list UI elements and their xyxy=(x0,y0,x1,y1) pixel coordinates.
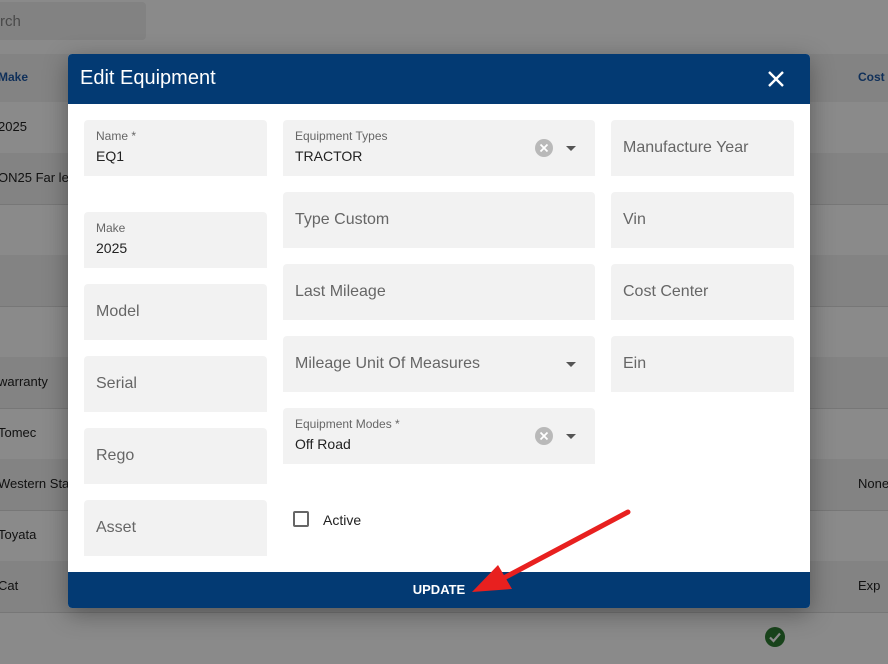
mileage-unit-select[interactable]: Mileage Unit Of Measures xyxy=(283,336,595,392)
dialog-header: Edit Equipment xyxy=(68,54,810,104)
cost-center-field[interactable]: Cost Center xyxy=(611,264,794,320)
ein-placeholder: Ein xyxy=(623,355,647,372)
rego-field[interactable]: Rego xyxy=(84,428,267,484)
equipment-types-select[interactable]: Equipment Types TRACTOR xyxy=(283,120,595,176)
model-placeholder: Model xyxy=(96,303,140,320)
dropdown-caret-icon[interactable] xyxy=(566,434,576,439)
vin-field[interactable]: Vin xyxy=(611,192,794,248)
name-label: Name * xyxy=(96,129,137,143)
active-label[interactable]: Active xyxy=(323,512,361,528)
update-button[interactable]: UPDATE xyxy=(68,572,810,608)
make-label: Make xyxy=(96,221,126,235)
mileage-unit-placeholder: Mileage Unit Of Measures xyxy=(295,355,480,372)
edit-equipment-dialog: Edit Equipment Name * EQ1 Make 2025 Mode… xyxy=(68,54,810,608)
type-custom-placeholder: Type Custom xyxy=(295,211,390,228)
equipment-modes-select[interactable]: Equipment Modes * Off Road xyxy=(283,408,595,464)
ein-field[interactable]: Ein xyxy=(611,336,794,392)
make-field[interactable]: Make 2025 xyxy=(84,212,267,268)
asset-field[interactable]: Asset xyxy=(84,500,267,556)
last-mileage-placeholder: Last Mileage xyxy=(295,283,386,300)
type-custom-field[interactable]: Type Custom xyxy=(283,192,595,248)
asset-placeholder: Asset xyxy=(96,519,137,536)
dropdown-caret-icon[interactable] xyxy=(566,146,576,151)
clear-icon[interactable] xyxy=(535,427,553,445)
manufacture-year-field[interactable]: Manufacture Year xyxy=(611,120,794,176)
serial-field[interactable]: Serial xyxy=(84,356,267,412)
dropdown-caret-icon[interactable] xyxy=(566,362,576,367)
active-checkbox[interactable] xyxy=(293,511,309,527)
close-icon[interactable] xyxy=(765,68,787,90)
dialog-title: Edit Equipment xyxy=(80,67,216,89)
rego-placeholder: Rego xyxy=(96,447,135,464)
make-value: 2025 xyxy=(96,240,128,256)
serial-placeholder: Serial xyxy=(96,375,137,392)
equipment-modes-label: Equipment Modes * xyxy=(295,417,400,431)
clear-icon[interactable] xyxy=(535,139,553,157)
last-mileage-field[interactable]: Last Mileage xyxy=(283,264,595,320)
vin-placeholder: Vin xyxy=(623,211,646,228)
equipment-modes-value: Off Road xyxy=(295,436,351,452)
manufacture-year-placeholder: Manufacture Year xyxy=(623,139,749,156)
model-field[interactable]: Model xyxy=(84,284,267,340)
cost-center-placeholder: Cost Center xyxy=(623,283,709,300)
equipment-types-label: Equipment Types xyxy=(295,129,388,143)
name-value: EQ1 xyxy=(96,148,125,164)
name-field[interactable]: Name * EQ1 xyxy=(84,120,267,176)
equipment-types-value: TRACTOR xyxy=(295,148,363,164)
